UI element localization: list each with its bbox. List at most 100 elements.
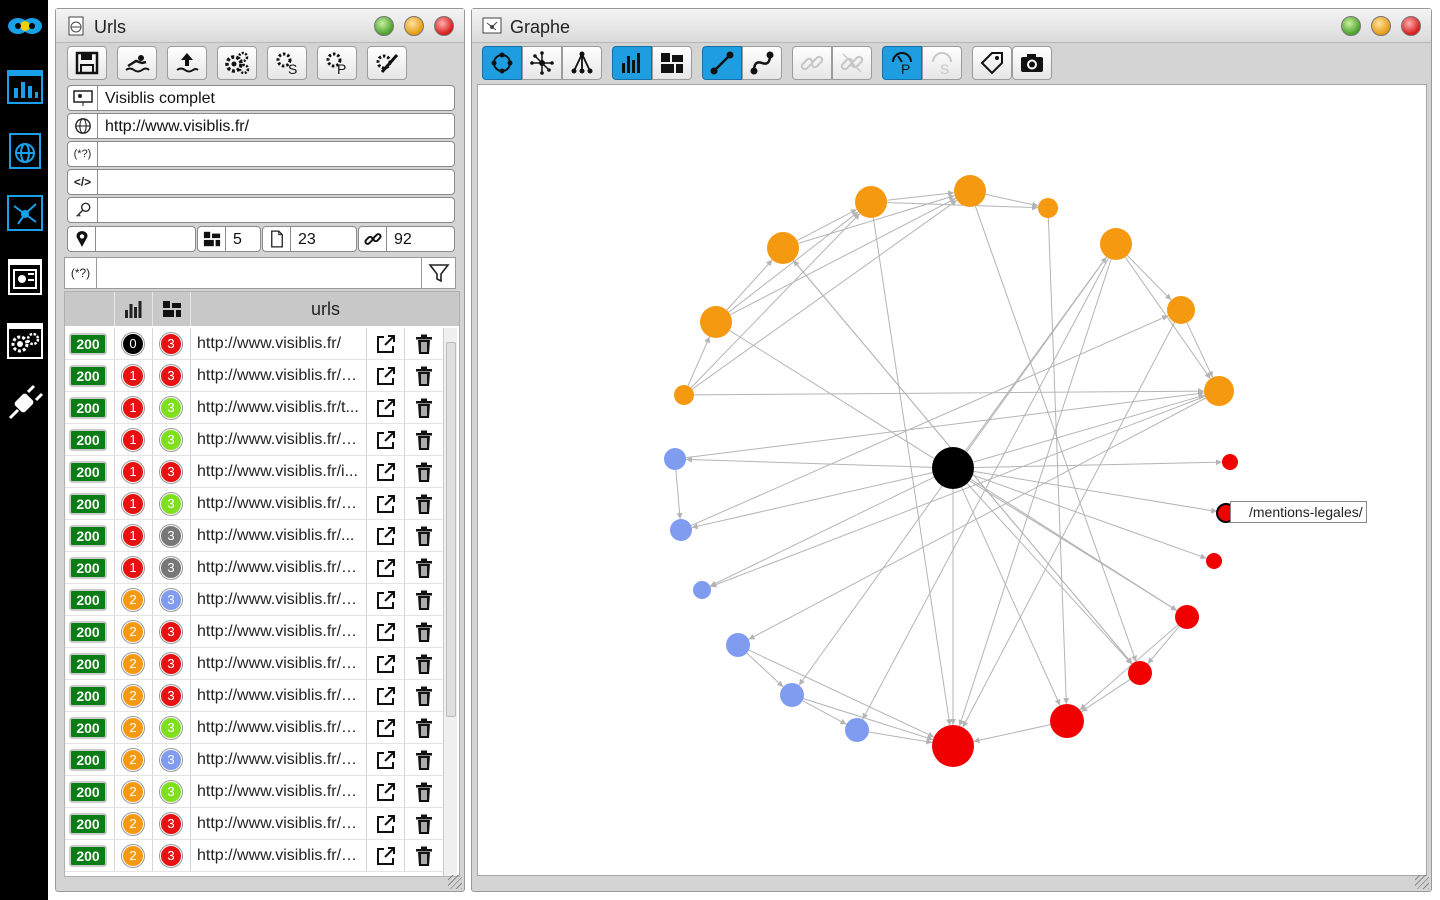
- trash-icon[interactable]: [413, 845, 435, 867]
- graph-node[interactable]: [726, 633, 750, 657]
- report-icon[interactable]: [6, 258, 44, 296]
- curved-edges-button[interactable]: [742, 46, 782, 80]
- settings-icon[interactable]: [6, 322, 44, 360]
- open-external-icon[interactable]: [375, 813, 397, 835]
- table-scrollbar[interactable]: [443, 328, 457, 876]
- table-row[interactable]: 200 1 3 http://www.visiblis.fr/c...: [65, 552, 445, 584]
- graph-node[interactable]: [845, 718, 869, 742]
- open-external-icon[interactable]: [375, 557, 397, 579]
- table-row[interactable]: 200 1 3 http://www.visiblis.fr/p...: [65, 360, 445, 392]
- graph-node[interactable]: [1175, 605, 1199, 629]
- graph-node[interactable]: [1222, 454, 1238, 470]
- open-external-icon[interactable]: [375, 461, 397, 483]
- disconnect-icon[interactable]: [6, 384, 44, 422]
- url-cell[interactable]: http://www.visiblis.fr/a...: [191, 744, 367, 776]
- site-url-field[interactable]: http://www.visiblis.fr/: [67, 113, 455, 139]
- trash-icon[interactable]: [413, 461, 435, 483]
- graph-node[interactable]: [1038, 198, 1058, 218]
- trash-icon[interactable]: [413, 685, 435, 707]
- open-external-icon[interactable]: [375, 685, 397, 707]
- tree-layout-button[interactable]: [562, 46, 602, 80]
- table-row[interactable]: 200 0 3 http://www.visiblis.fr/: [65, 328, 445, 360]
- header-links[interactable]: [153, 292, 191, 326]
- url-cell[interactable]: http://www.visiblis.fr/a...: [191, 712, 367, 744]
- close-button[interactable]: [434, 16, 454, 36]
- open-external-icon[interactable]: [375, 397, 397, 419]
- url-cell[interactable]: http://www.visiblis.fr/a...: [191, 424, 367, 456]
- scrollbar-thumb[interactable]: [446, 342, 456, 717]
- table-row[interactable]: 200 1 3 http://www.visiblis.fr/c...: [65, 488, 445, 520]
- table-row[interactable]: 200 1 3 http://www.visiblis.fr/a...: [65, 424, 445, 456]
- open-external-icon[interactable]: [375, 653, 397, 675]
- circle-layout-button[interactable]: [482, 46, 522, 80]
- open-external-icon[interactable]: [375, 845, 397, 867]
- table-row[interactable]: 200 1 3 http://www.visiblis.fr/t...: [65, 392, 445, 424]
- open-external-icon[interactable]: [375, 429, 397, 451]
- open-external-icon[interactable]: [375, 621, 397, 643]
- graph-node[interactable]: [932, 725, 974, 767]
- resize-grip[interactable]: [1415, 875, 1429, 889]
- trash-icon[interactable]: [413, 717, 435, 739]
- url-cell[interactable]: http://www.visiblis.fr/p...: [191, 584, 367, 616]
- trash-icon[interactable]: [413, 525, 435, 547]
- graph-node[interactable]: [674, 385, 694, 405]
- trash-icon[interactable]: [413, 429, 435, 451]
- open-external-icon[interactable]: [375, 589, 397, 611]
- reset-settings-button[interactable]: [367, 46, 407, 80]
- graph-node[interactable]: [664, 448, 686, 470]
- table-row[interactable]: 200 2 3 http://www.visiblis.fr/a...: [65, 840, 445, 872]
- open-external-icon[interactable]: [375, 717, 397, 739]
- open-external-icon[interactable]: [375, 525, 397, 547]
- header-status[interactable]: [65, 292, 115, 326]
- url-filter[interactable]: (*?): [64, 257, 456, 289]
- color-by-links-button[interactable]: [652, 46, 692, 80]
- graph-node[interactable]: [1128, 661, 1152, 685]
- filter-button[interactable]: [421, 258, 455, 288]
- graph-node[interactable]: [1206, 553, 1222, 569]
- open-external-icon[interactable]: [375, 365, 397, 387]
- url-cell[interactable]: http://www.visiblis.fr/p...: [191, 616, 367, 648]
- seo-settings-button[interactable]: S: [267, 46, 307, 80]
- dashboard-icon[interactable]: [6, 68, 44, 106]
- url-cell[interactable]: http://www.visiblis.fr/i...: [191, 456, 367, 488]
- screenshot-button[interactable]: [1012, 46, 1052, 80]
- url-cell[interactable]: http://www.visiblis.fr/p...: [191, 360, 367, 392]
- trash-icon[interactable]: [413, 653, 435, 675]
- urls-titlebar[interactable]: Urls: [56, 9, 464, 43]
- url-cell[interactable]: http://www.visiblis.fr/a...: [191, 680, 367, 712]
- table-row[interactable]: 200 2 3 http://www.visiblis.fr/a...: [65, 744, 445, 776]
- graph-node[interactable]: [767, 232, 799, 264]
- minimize-button[interactable]: [404, 16, 424, 36]
- link-graph[interactable]: [478, 85, 1428, 877]
- url-cell[interactable]: http://www.visiblis.fr/a...: [191, 808, 367, 840]
- semantic-button[interactable]: S: [922, 46, 962, 80]
- graph-root-node[interactable]: [932, 447, 974, 489]
- trash-icon[interactable]: [413, 621, 435, 643]
- url-cell[interactable]: http://www.visiblis.fr/c...: [191, 488, 367, 520]
- url-cell[interactable]: http://www.visiblis.fr/: [191, 328, 367, 360]
- table-row[interactable]: 200 2 3 http://www.visiblis.fr/a...: [65, 776, 445, 808]
- close-button[interactable]: [1401, 16, 1421, 36]
- graph-node[interactable]: [855, 186, 887, 218]
- url-cell[interactable]: http://www.visiblis.fr/t...: [191, 392, 367, 424]
- clear-button[interactable]: [117, 46, 157, 80]
- url-cell[interactable]: http://www.visiblis.fr/...: [191, 520, 367, 552]
- regex-field[interactable]: (*?): [67, 141, 455, 167]
- labels-button[interactable]: [972, 46, 1012, 80]
- graph-node[interactable]: [1050, 704, 1084, 738]
- trash-icon[interactable]: [413, 365, 435, 387]
- graph-titlebar[interactable]: Graphe: [472, 9, 1431, 43]
- color-by-depth-button[interactable]: [612, 46, 652, 80]
- graph-node[interactable]: [693, 581, 711, 599]
- header-urls[interactable]: urls: [191, 292, 459, 326]
- open-external-icon[interactable]: [375, 333, 397, 355]
- graph-node[interactable]: [954, 175, 986, 207]
- header-depth[interactable]: [115, 292, 153, 326]
- table-row[interactable]: 200 2 3 http://www.visiblis.fr/p...: [65, 616, 445, 648]
- trash-icon[interactable]: [413, 557, 435, 579]
- straight-edges-button[interactable]: [702, 46, 742, 80]
- url-cell[interactable]: http://www.visiblis.fr/a...: [191, 840, 367, 872]
- resize-grip[interactable]: [448, 875, 462, 889]
- maximize-button[interactable]: [1341, 16, 1361, 36]
- hide-links-button[interactable]: [832, 46, 872, 80]
